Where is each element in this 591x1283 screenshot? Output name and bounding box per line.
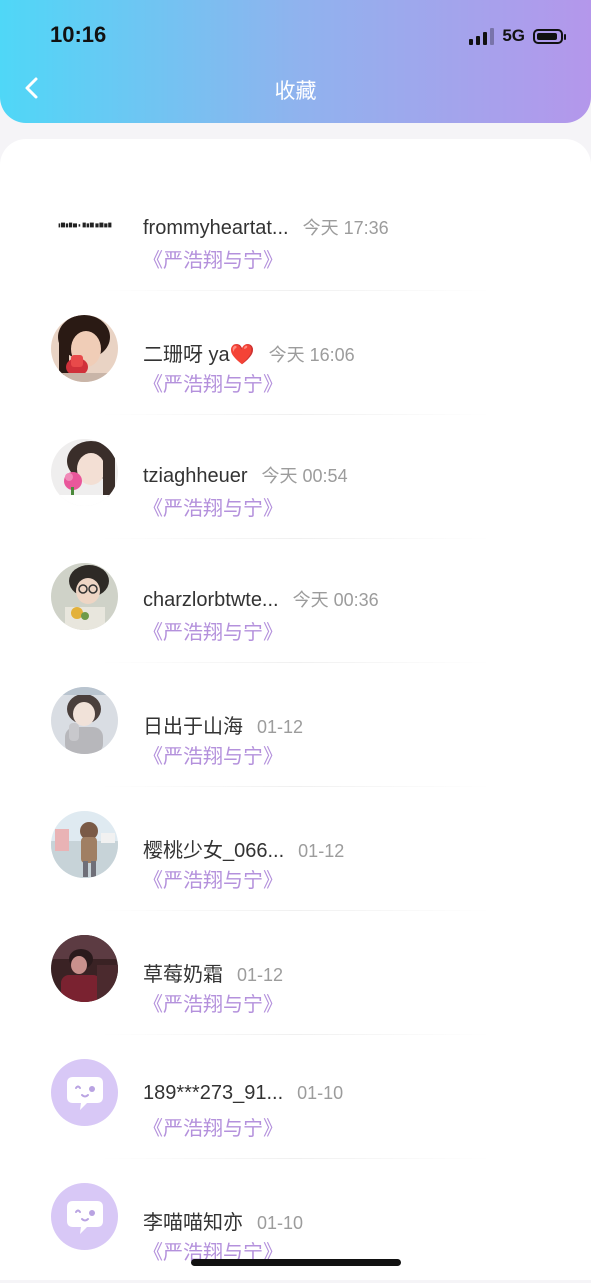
list-item[interactable]: charzlorbtwte... 今天 00:36 《严浩翔与宁》 xyxy=(0,539,591,663)
user-name: tziaghheuer xyxy=(143,465,248,487)
home-indicator[interactable] xyxy=(191,1259,401,1266)
item-title: 189***273_91... 01-10 xyxy=(143,1082,343,1105)
list-item[interactable]: frommyheartat... 今天 17:36 《严浩翔与宁》 xyxy=(0,167,591,291)
network-label: 5G xyxy=(502,26,525,45)
battery-icon xyxy=(533,28,566,44)
avatar-photo xyxy=(51,687,118,754)
avatar xyxy=(51,1183,118,1250)
item-title: 草莓奶霜 01-12 xyxy=(143,958,283,987)
timestamp: 今天 00:36 xyxy=(292,590,379,610)
list-item[interactable]: 草莓奶霜 01-12 《严浩翔与宁》 xyxy=(0,911,591,1035)
avatar xyxy=(51,687,118,754)
timestamp: 01-12 xyxy=(237,965,284,985)
item-title: 李喵喵知亦 01-10 xyxy=(143,1206,303,1235)
avatar-photo xyxy=(51,563,118,630)
list-item[interactable]: 二珊呀 ya❤️ 今天 16:06 《严浩翔与宁》 xyxy=(0,291,591,415)
page-title: 收藏 xyxy=(274,80,317,103)
item-subtitle: 《严浩翔与宁》 xyxy=(143,622,283,644)
text-logo-image xyxy=(58,222,111,227)
timestamp: 01-10 xyxy=(297,1083,344,1103)
status-indicators: 5G xyxy=(469,26,566,46)
avatar-photo xyxy=(51,811,118,878)
avatar-photo xyxy=(51,935,118,1002)
item-title: frommyheartat... 今天 17:36 xyxy=(143,214,389,240)
header-bar: 10:16 5G 收藏 xyxy=(0,0,591,123)
avatar-photo xyxy=(51,439,118,506)
avatar xyxy=(51,563,118,630)
item-title: 日出于山海 01-12 xyxy=(143,710,303,739)
item-subtitle: 《严浩翔与宁》 xyxy=(143,1118,283,1140)
user-name: 李喵喵知亦 xyxy=(143,1212,243,1234)
item-subtitle: 《严浩翔与宁》 xyxy=(143,250,283,272)
item-subtitle: 《严浩翔与宁》 xyxy=(143,374,283,396)
timestamp: 01-10 xyxy=(257,1213,304,1233)
signal-icon xyxy=(469,27,495,45)
user-name: 日出于山海 xyxy=(143,716,243,738)
list-item[interactable]: 樱桃少女_066... 01-12 《严浩翔与宁》 xyxy=(0,787,591,911)
timestamp: 今天 00:54 xyxy=(261,466,348,486)
chat-bubble-icon xyxy=(66,1200,103,1234)
user-name: 189***273_91... xyxy=(143,1082,284,1104)
item-title: tziaghheuer 今天 00:54 xyxy=(143,462,348,488)
item-subtitle: 《严浩翔与宁》 xyxy=(143,870,283,892)
list-item[interactable]: 189***273_91... 01-10 《严浩翔与宁》 xyxy=(0,1035,591,1159)
item-title: charzlorbtwte... 今天 00:36 xyxy=(143,586,379,612)
timestamp: 今天 17:36 xyxy=(302,218,389,238)
item-subtitle: 《严浩翔与宁》 xyxy=(143,498,283,520)
item-title: 樱桃少女_066... 01-12 xyxy=(143,834,344,863)
avatar xyxy=(51,439,118,506)
avatar xyxy=(51,191,118,258)
list-item[interactable]: 日出于山海 01-12 《严浩翔与宁》 xyxy=(0,663,591,787)
avatar xyxy=(51,935,118,1002)
avatar xyxy=(51,811,118,878)
timestamp: 01-12 xyxy=(257,717,304,737)
timestamp: 今天 16:06 xyxy=(268,345,355,365)
user-name: 樱桃少女_066... xyxy=(143,840,285,862)
item-subtitle: 《严浩翔与宁》 xyxy=(143,994,283,1016)
avatar xyxy=(51,315,118,382)
list-item[interactable]: tziaghheuer 今天 00:54 《严浩翔与宁》 xyxy=(0,415,591,539)
timestamp: 01-12 xyxy=(298,841,345,861)
item-title: 二珊呀 ya❤️ 今天 16:06 xyxy=(143,338,355,367)
avatar xyxy=(51,1059,118,1126)
chat-bubble-icon xyxy=(66,1076,103,1110)
user-name: charzlorbtwte... xyxy=(143,589,279,611)
avatar-photo xyxy=(51,315,118,382)
status-time: 10:16 xyxy=(50,22,107,47)
user-name: 草莓奶霜 xyxy=(143,964,223,986)
user-name: frommyheartat... xyxy=(143,217,289,239)
item-subtitle: 《严浩翔与宁》 xyxy=(143,746,283,768)
favorites-list: frommyheartat... 今天 17:36 《严浩翔与宁》 二珊呀 ya❤… xyxy=(0,139,591,1280)
user-name: 二珊呀 ya❤️ xyxy=(143,344,255,366)
